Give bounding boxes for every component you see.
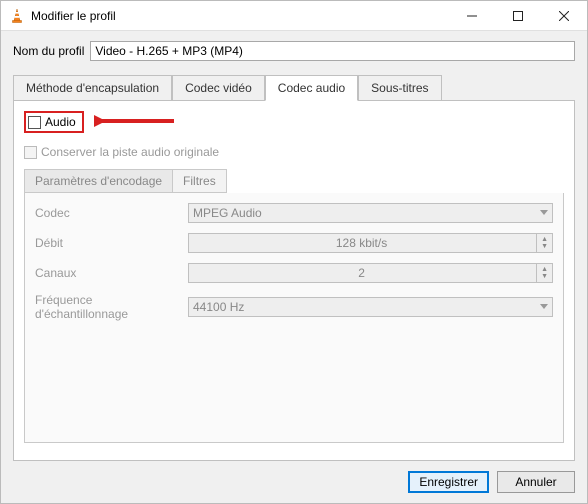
- bitrate-spinner: 128 kbit/s ▲▼: [188, 233, 553, 253]
- tab-subtitles[interactable]: Sous-titres: [358, 75, 441, 100]
- annotation-arrow-icon: [94, 111, 184, 131]
- channels-spinner: 2 ▲▼: [188, 263, 553, 283]
- codec-value: MPEG Audio: [193, 206, 262, 220]
- window-title: Modifier le profil: [31, 9, 449, 23]
- bitrate-value: 128 kbit/s: [336, 236, 393, 250]
- keep-original-checkbox: [24, 146, 37, 159]
- channels-label: Canaux: [35, 266, 180, 280]
- dialog-window: Modifier le profil Nom du profil Méthode…: [0, 0, 588, 504]
- close-button[interactable]: [541, 1, 587, 31]
- spinner-arrows-icon: ▲▼: [536, 234, 548, 252]
- titlebar: Modifier le profil: [1, 1, 587, 31]
- keep-original-row: Conserver la piste audio originale: [24, 145, 564, 159]
- channels-value: 2: [358, 266, 371, 280]
- audio-checkbox-highlight: Audio: [24, 111, 84, 133]
- chevron-down-icon: [540, 210, 548, 216]
- samplerate-value: 44100 Hz: [193, 300, 244, 314]
- spinner-arrows-icon: ▲▼: [536, 264, 548, 282]
- profile-name-label: Nom du profil: [13, 44, 84, 58]
- audio-checkbox[interactable]: [28, 116, 41, 129]
- subtab-filters[interactable]: Filtres: [173, 169, 227, 193]
- bitrate-label: Débit: [35, 236, 180, 250]
- subtab-encoding-params[interactable]: Paramètres d'encodage: [24, 169, 173, 193]
- tab-encapsulation[interactable]: Méthode d'encapsulation: [13, 75, 172, 100]
- encoding-subtabs: Paramètres d'encodage Filtres: [24, 169, 564, 193]
- samplerate-label: Fréquence d'échantillonnage: [35, 293, 180, 321]
- keep-original-label: Conserver la piste audio originale: [41, 145, 219, 159]
- minimize-button[interactable]: [449, 1, 495, 31]
- codec-row: Codec MPEG Audio: [35, 203, 553, 223]
- audio-checkbox-label: Audio: [45, 115, 76, 129]
- tab-audio-codec[interactable]: Codec audio: [265, 75, 358, 101]
- cancel-button[interactable]: Annuler: [497, 471, 575, 493]
- profile-name-input[interactable]: [90, 41, 575, 61]
- save-button[interactable]: Enregistrer: [408, 471, 489, 493]
- dialog-content: Nom du profil Méthode d'encapsulation Co…: [1, 31, 587, 461]
- bitrate-row: Débit 128 kbit/s ▲▼: [35, 233, 553, 253]
- tab-video-codec[interactable]: Codec vidéo: [172, 75, 265, 100]
- codec-label: Codec: [35, 206, 180, 220]
- dialog-footer: Enregistrer Annuler: [1, 461, 587, 503]
- main-tabs: Méthode d'encapsulation Codec vidéo Code…: [13, 75, 575, 100]
- codec-select: MPEG Audio: [188, 203, 553, 223]
- channels-row: Canaux 2 ▲▼: [35, 263, 553, 283]
- maximize-button[interactable]: [495, 1, 541, 31]
- samplerate-row: Fréquence d'échantillonnage 44100 Hz: [35, 293, 553, 321]
- profile-name-row: Nom du profil: [13, 41, 575, 61]
- samplerate-select: 44100 Hz: [188, 297, 553, 317]
- vlc-cone-icon: [9, 8, 25, 24]
- audio-codec-panel: Audio Conserver la piste audio originale…: [13, 100, 575, 461]
- chevron-down-icon: [540, 304, 548, 310]
- encoding-params-area: Codec MPEG Audio Débit 128 kbit/s ▲▼: [24, 193, 564, 443]
